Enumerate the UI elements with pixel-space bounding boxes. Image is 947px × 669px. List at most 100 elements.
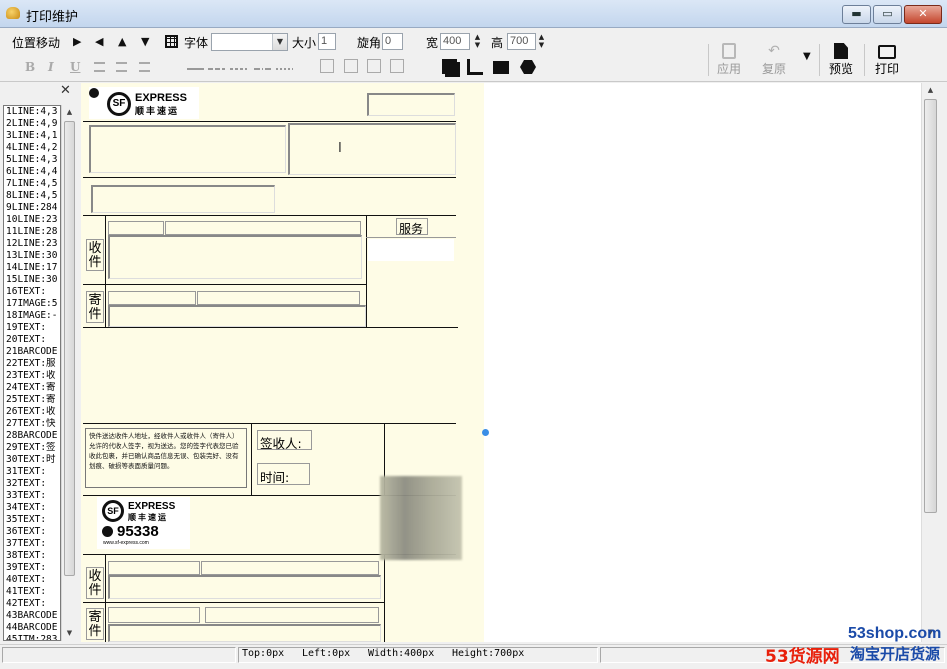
list-item[interactable]: 23TEXT:收 (4, 370, 60, 382)
receiver-phone-field[interactable] (165, 221, 361, 235)
line-solid-icon[interactable] (187, 68, 204, 70)
chevron-down-icon[interactable]: ▼ (272, 34, 287, 50)
receiver-address-field[interactable] (108, 235, 362, 279)
move-down-button[interactable]: ▼ (141, 35, 149, 48)
line-dot-icon[interactable] (230, 68, 247, 70)
list-item[interactable]: 21BARCODE (4, 346, 60, 358)
print-button[interactable]: 打印 (867, 43, 907, 77)
align-height-icon[interactable] (344, 59, 358, 73)
line-dashdot-icon[interactable] (254, 68, 271, 70)
list-item[interactable]: 44BARCODE (4, 622, 60, 634)
time-box[interactable]: 时间: (257, 463, 310, 485)
receiver-phone-field-2[interactable] (201, 561, 379, 575)
list-item[interactable]: 2LINE:4,9 (4, 118, 60, 130)
italic-button[interactable]: I (48, 60, 54, 74)
list-item[interactable]: 25TEXT:寄 (4, 394, 60, 406)
sender-phone-field[interactable] (197, 291, 360, 305)
align-width-icon[interactable] (320, 59, 334, 73)
list-item[interactable]: 1LINE:4,3 (4, 106, 60, 118)
maximize-button[interactable]: ▭ (873, 5, 902, 24)
destination-field[interactable]: I (288, 123, 456, 175)
minimize-button[interactable]: ▬ (842, 5, 871, 24)
receiver-name-field-2[interactable] (108, 561, 200, 575)
align-right-icon[interactable] (139, 62, 150, 72)
service-value-field[interactable] (368, 239, 454, 261)
bring-front-icon[interactable] (442, 59, 457, 74)
list-item[interactable]: 27TEXT:快 (4, 418, 60, 430)
sender-address-field[interactable] (108, 305, 366, 327)
list-item[interactable]: 43BARCODE (4, 610, 60, 622)
move-up-button[interactable]: ▲ (118, 35, 126, 48)
list-item[interactable]: 5LINE:4,3 (4, 154, 60, 166)
list-item[interactable]: 29TEXT:签 (4, 442, 60, 454)
list-item[interactable]: 13LINE:30 (4, 250, 60, 262)
resize-handle[interactable] (482, 429, 489, 436)
logo-bottom[interactable]: SF EXPRESS 顺丰速运 95338 www.sf-express.com (97, 497, 190, 549)
move-right-button[interactable]: ▶ (73, 35, 81, 48)
list-item[interactable]: 12LINE:23 (4, 238, 60, 250)
service-box[interactable]: 服务 (396, 218, 428, 236)
apply-button[interactable]: 应用 (709, 43, 749, 77)
canvas-scrollbar[interactable]: ▲ ▼ (921, 83, 938, 642)
list-item[interactable]: 18IMAGE:- (4, 310, 60, 322)
element-list[interactable]: 1LINE:4,3 2LINE:4,9 3LINE:4,1 4LINE:4,2 5LIN… (3, 105, 61, 641)
origin-field[interactable] (89, 125, 286, 173)
receiver-address-field-2[interactable] (108, 575, 381, 599)
logo-top[interactable]: SF EXPRESS 顺丰速运 (89, 87, 199, 119)
height-input[interactable]: 700 (507, 33, 536, 50)
list-item[interactable]: 16TEXT: (4, 286, 60, 298)
list-item[interactable]: 30TEXT:时 (4, 454, 60, 466)
list-item[interactable]: 38TEXT: (4, 550, 60, 562)
rotate-input[interactable]: 0 (382, 33, 403, 50)
same-height-icon[interactable] (390, 59, 404, 73)
list-item[interactable]: 14LINE:17 (4, 262, 60, 274)
resize-corner-icon[interactable] (467, 59, 483, 75)
send-label-box[interactable]: 寄件 (86, 291, 104, 323)
close-icon[interactable]: ✕ (60, 83, 71, 98)
restore-dropdown-icon[interactable]: ▼ (803, 51, 811, 62)
list-item[interactable]: 24TEXT:寄 (4, 382, 60, 394)
barcode-field[interactable] (367, 93, 455, 116)
scroll-thumb[interactable] (64, 121, 75, 576)
font-select[interactable]: ▼ (211, 33, 288, 51)
design-canvas[interactable]: SF EXPRESS 顺丰速运 I 收件 服务 寄件 快件送达收件人地址，经收件… (81, 83, 921, 642)
list-item[interactable]: 34TEXT: (4, 502, 60, 514)
align-center-icon[interactable] (116, 62, 127, 72)
list-item[interactable]: 35TEXT: (4, 514, 60, 526)
code-field[interactable] (91, 185, 275, 213)
receiver-name-field[interactable] (108, 221, 164, 235)
receive-label-box[interactable]: 收件 (86, 239, 104, 271)
sender-name-field[interactable] (108, 291, 196, 305)
list-item[interactable]: 42TEXT: (4, 598, 60, 610)
receive-label-box-2[interactable]: 收件 (86, 567, 104, 599)
close-window-button[interactable]: ✕ (904, 5, 942, 24)
list-item[interactable]: 32TEXT: (4, 478, 60, 490)
list-item[interactable]: 9LINE:284 (4, 202, 60, 214)
underline-button[interactable]: U (70, 60, 80, 74)
align-left-icon[interactable] (94, 62, 105, 72)
size-input[interactable]: 1 (318, 33, 336, 50)
scroll-up-icon[interactable]: ▲ (923, 83, 938, 98)
sender-phone-field-2[interactable] (205, 607, 379, 623)
line-dash-icon[interactable] (208, 68, 225, 70)
signer-box[interactable]: 签收人: (257, 430, 312, 451)
preview-button[interactable]: 预览 (821, 43, 861, 77)
sender-address-field-2[interactable] (108, 624, 381, 642)
scroll-down-icon[interactable]: ▼ (62, 626, 77, 641)
shape-icon[interactable] (520, 60, 536, 74)
list-item[interactable]: 10LINE:23 (4, 214, 60, 226)
restore-button[interactable]: ↶ 复原 (754, 43, 794, 77)
list-item[interactable]: 22TEXT:服 (4, 358, 60, 370)
bold-button[interactable]: B (25, 60, 35, 74)
list-item[interactable]: 3LINE:4,1 (4, 130, 60, 142)
list-item[interactable]: 41TEXT: (4, 586, 60, 598)
grid-icon[interactable] (165, 35, 178, 48)
delivery-notice[interactable]: 快件送达收件人地址，经收件人或收件人（寄件人）允许的代收人签字，视为送达。您的签… (85, 428, 247, 488)
list-item[interactable]: 20TEXT: (4, 334, 60, 346)
list-scrollbar[interactable]: ▲ ▼ (61, 105, 76, 641)
move-left-button[interactable]: ◀ (95, 35, 103, 48)
scroll-thumb[interactable] (924, 99, 937, 513)
line-dashdotdot-icon[interactable] (276, 68, 293, 70)
send-label-box-2[interactable]: 寄件 (86, 608, 104, 640)
list-item[interactable]: 39TEXT: (4, 562, 60, 574)
